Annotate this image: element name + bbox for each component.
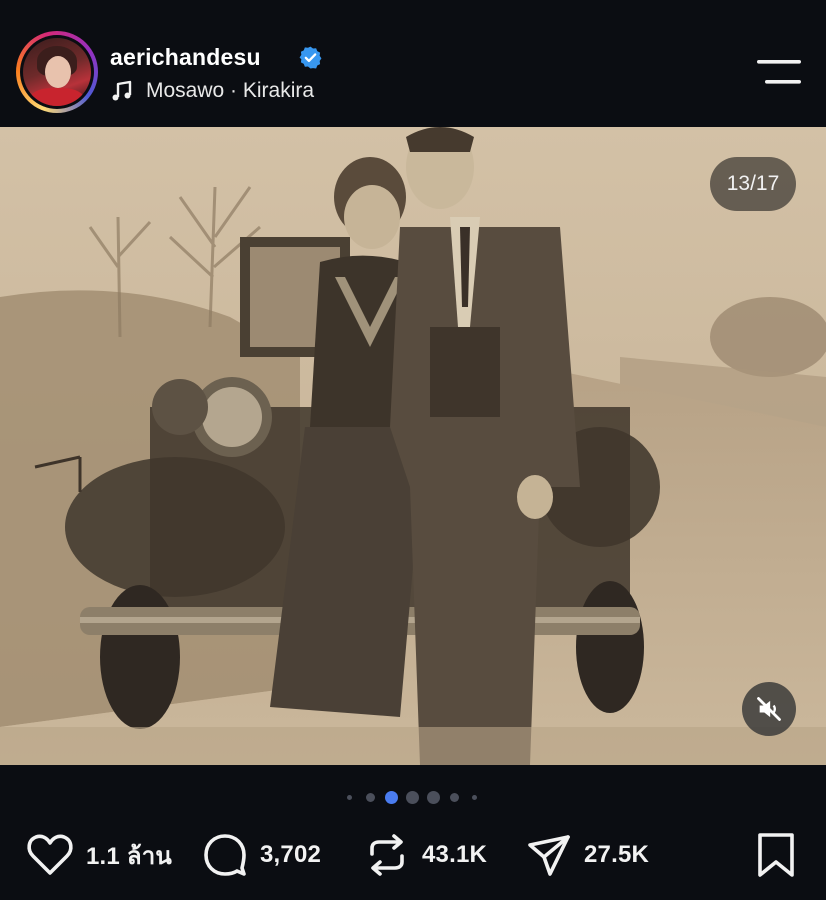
carousel-dot — [347, 795, 352, 800]
bookmark-icon — [758, 833, 794, 877]
audio-label: Mosawo · Kirakira — [146, 79, 315, 102]
like-button[interactable]: 1.1 ล้าน — [26, 820, 172, 890]
carousel-dot — [427, 791, 440, 804]
repost-icon — [370, 834, 404, 876]
heart-icon — [27, 834, 73, 875]
share-count: 27.5K — [584, 841, 650, 868]
share-icon — [528, 835, 570, 876]
comment-button[interactable]: 3,702 — [202, 820, 321, 890]
carousel-dot-active — [385, 791, 398, 804]
mute-button[interactable] — [742, 682, 796, 736]
post-header: aerichandesu Mosawo · Kirakira — [0, 0, 826, 127]
carousel-dot — [450, 793, 459, 802]
share-button[interactable]: 27.5K — [526, 820, 649, 890]
media-counter: 13/17 — [710, 157, 796, 211]
menu-icon[interactable] — [757, 58, 801, 86]
comment-icon — [204, 834, 246, 876]
repost-button[interactable]: 43.1K — [364, 820, 487, 890]
carousel-dot — [472, 795, 477, 800]
like-count: 1.1 ล้าน — [86, 842, 173, 870]
verified-badge-icon — [299, 46, 322, 69]
avatar[interactable] — [16, 31, 98, 113]
carousel-indicator — [0, 788, 826, 806]
repost-count: 43.1K — [422, 841, 488, 868]
carousel-dot — [366, 793, 375, 802]
audio-attribution[interactable]: Mosawo · Kirakira — [110, 78, 314, 104]
action-bar: 1.1 ล้าน 3,702 43.1K 27.5K — [0, 820, 826, 890]
vintage-photo-scene — [0, 127, 826, 765]
carousel-dot — [406, 791, 419, 804]
music-note-icon — [112, 80, 132, 101]
post-image[interactable]: 13/17 — [0, 127, 826, 765]
comment-count: 3,702 — [260, 841, 322, 868]
mute-icon — [757, 697, 781, 721]
username[interactable]: aerichandesu — [110, 44, 261, 71]
bookmark-button[interactable] — [756, 820, 796, 890]
